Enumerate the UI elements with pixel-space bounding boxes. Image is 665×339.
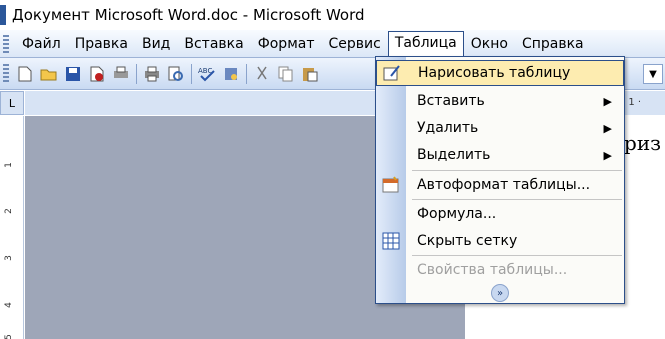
copy-icon[interactable] — [276, 64, 296, 84]
title-bar: Документ Microsoft Word.doc - Microsoft … — [0, 0, 665, 30]
toolbar-separator — [246, 63, 247, 84]
autoformat-table-icon — [382, 176, 400, 194]
cut-icon[interactable] — [252, 64, 272, 84]
menu-item-label: Выделить — [417, 147, 491, 163]
menubar-grip[interactable] — [3, 34, 9, 53]
menu-item-label: Удалить — [417, 120, 479, 136]
draw-table-icon — [383, 64, 401, 82]
menu-file[interactable]: Файл — [15, 32, 68, 56]
menu-item-insert[interactable]: Вставить ▶ — [376, 88, 624, 114]
research-icon[interactable] — [166, 64, 186, 84]
paste-icon[interactable] — [300, 64, 320, 84]
menu-bar: Файл Правка Вид Вставка Формат Сервис Та… — [0, 30, 665, 58]
vertical-ruler: 1 2 3 4 5 — [0, 116, 24, 339]
toolbar-grip[interactable] — [3, 63, 9, 84]
toolbar-separator — [136, 63, 137, 84]
print-icon[interactable] — [142, 64, 162, 84]
new-document-icon[interactable] — [15, 64, 35, 84]
vruler-mark: 2 — [3, 208, 14, 214]
hide-gridlines-icon — [382, 232, 400, 250]
vruler-mark: 3 — [3, 255, 14, 261]
menu-window[interactable]: Окно — [464, 32, 515, 56]
open-icon[interactable] — [39, 64, 59, 84]
vruler-mark: 4 — [3, 302, 14, 308]
submenu-arrow-icon: ▶ — [603, 148, 612, 162]
save-icon[interactable] — [63, 64, 83, 84]
menu-separator — [412, 199, 622, 200]
spelling-icon[interactable]: ABC — [197, 64, 217, 84]
expand-menu-chevron-icon[interactable]: » — [491, 284, 509, 302]
menu-table[interactable]: Таблица — [387, 31, 464, 56]
menu-insert[interactable]: Вставка — [177, 32, 250, 56]
toolbar-separator — [191, 63, 192, 84]
menu-item-delete[interactable]: Удалить ▶ — [376, 115, 624, 141]
menu-item-autoformat[interactable]: Автоформат таблицы... — [376, 172, 624, 198]
menu-separator — [412, 170, 622, 171]
vruler-mark: 1 — [3, 162, 14, 168]
menu-edit[interactable]: Правка — [68, 32, 135, 56]
window-title: Документ Microsoft Word.doc - Microsoft … — [12, 6, 365, 24]
menu-item-draw-table[interactable]: Нарисовать таблицу — [376, 60, 624, 86]
research-book-icon[interactable] — [221, 64, 241, 84]
menu-item-label: Вставить — [417, 93, 485, 109]
menu-item-label: Нарисовать таблицу — [418, 65, 571, 81]
toolbar-options-dropdown[interactable]: ▼ — [643, 64, 663, 84]
permission-icon[interactable] — [87, 64, 107, 84]
submenu-arrow-icon: ▶ — [603, 121, 612, 135]
menu-item-hide-gridlines[interactable]: Скрыть сетку — [376, 228, 624, 254]
print-preview-icon[interactable] — [111, 64, 131, 84]
menu-format[interactable]: Формат — [251, 32, 322, 56]
submenu-arrow-icon: ▶ — [603, 94, 612, 108]
menu-item-select[interactable]: Выделить ▶ — [376, 142, 624, 168]
menu-item-label: Свойства таблицы... — [417, 262, 568, 278]
menu-help[interactable]: Справка — [515, 32, 591, 56]
table-menu-dropdown: Нарисовать таблицу Вставить ▶ Удалить ▶ … — [375, 56, 625, 304]
menu-item-label: Скрыть сетку — [417, 233, 518, 249]
tab-selector[interactable]: L — [0, 91, 24, 115]
word-app-icon — [0, 5, 6, 25]
menu-tools[interactable]: Сервис — [322, 32, 388, 56]
menu-item-label: Формула... — [417, 206, 497, 222]
menu-item-table-properties: Свойства таблицы... — [376, 257, 624, 283]
menu-separator — [412, 255, 622, 256]
menu-view[interactable]: Вид — [135, 32, 177, 56]
menu-item-formula[interactable]: Формула... — [376, 201, 624, 227]
vruler-mark: 5 — [3, 334, 14, 339]
menu-item-label: Автоформат таблицы... — [417, 177, 591, 193]
